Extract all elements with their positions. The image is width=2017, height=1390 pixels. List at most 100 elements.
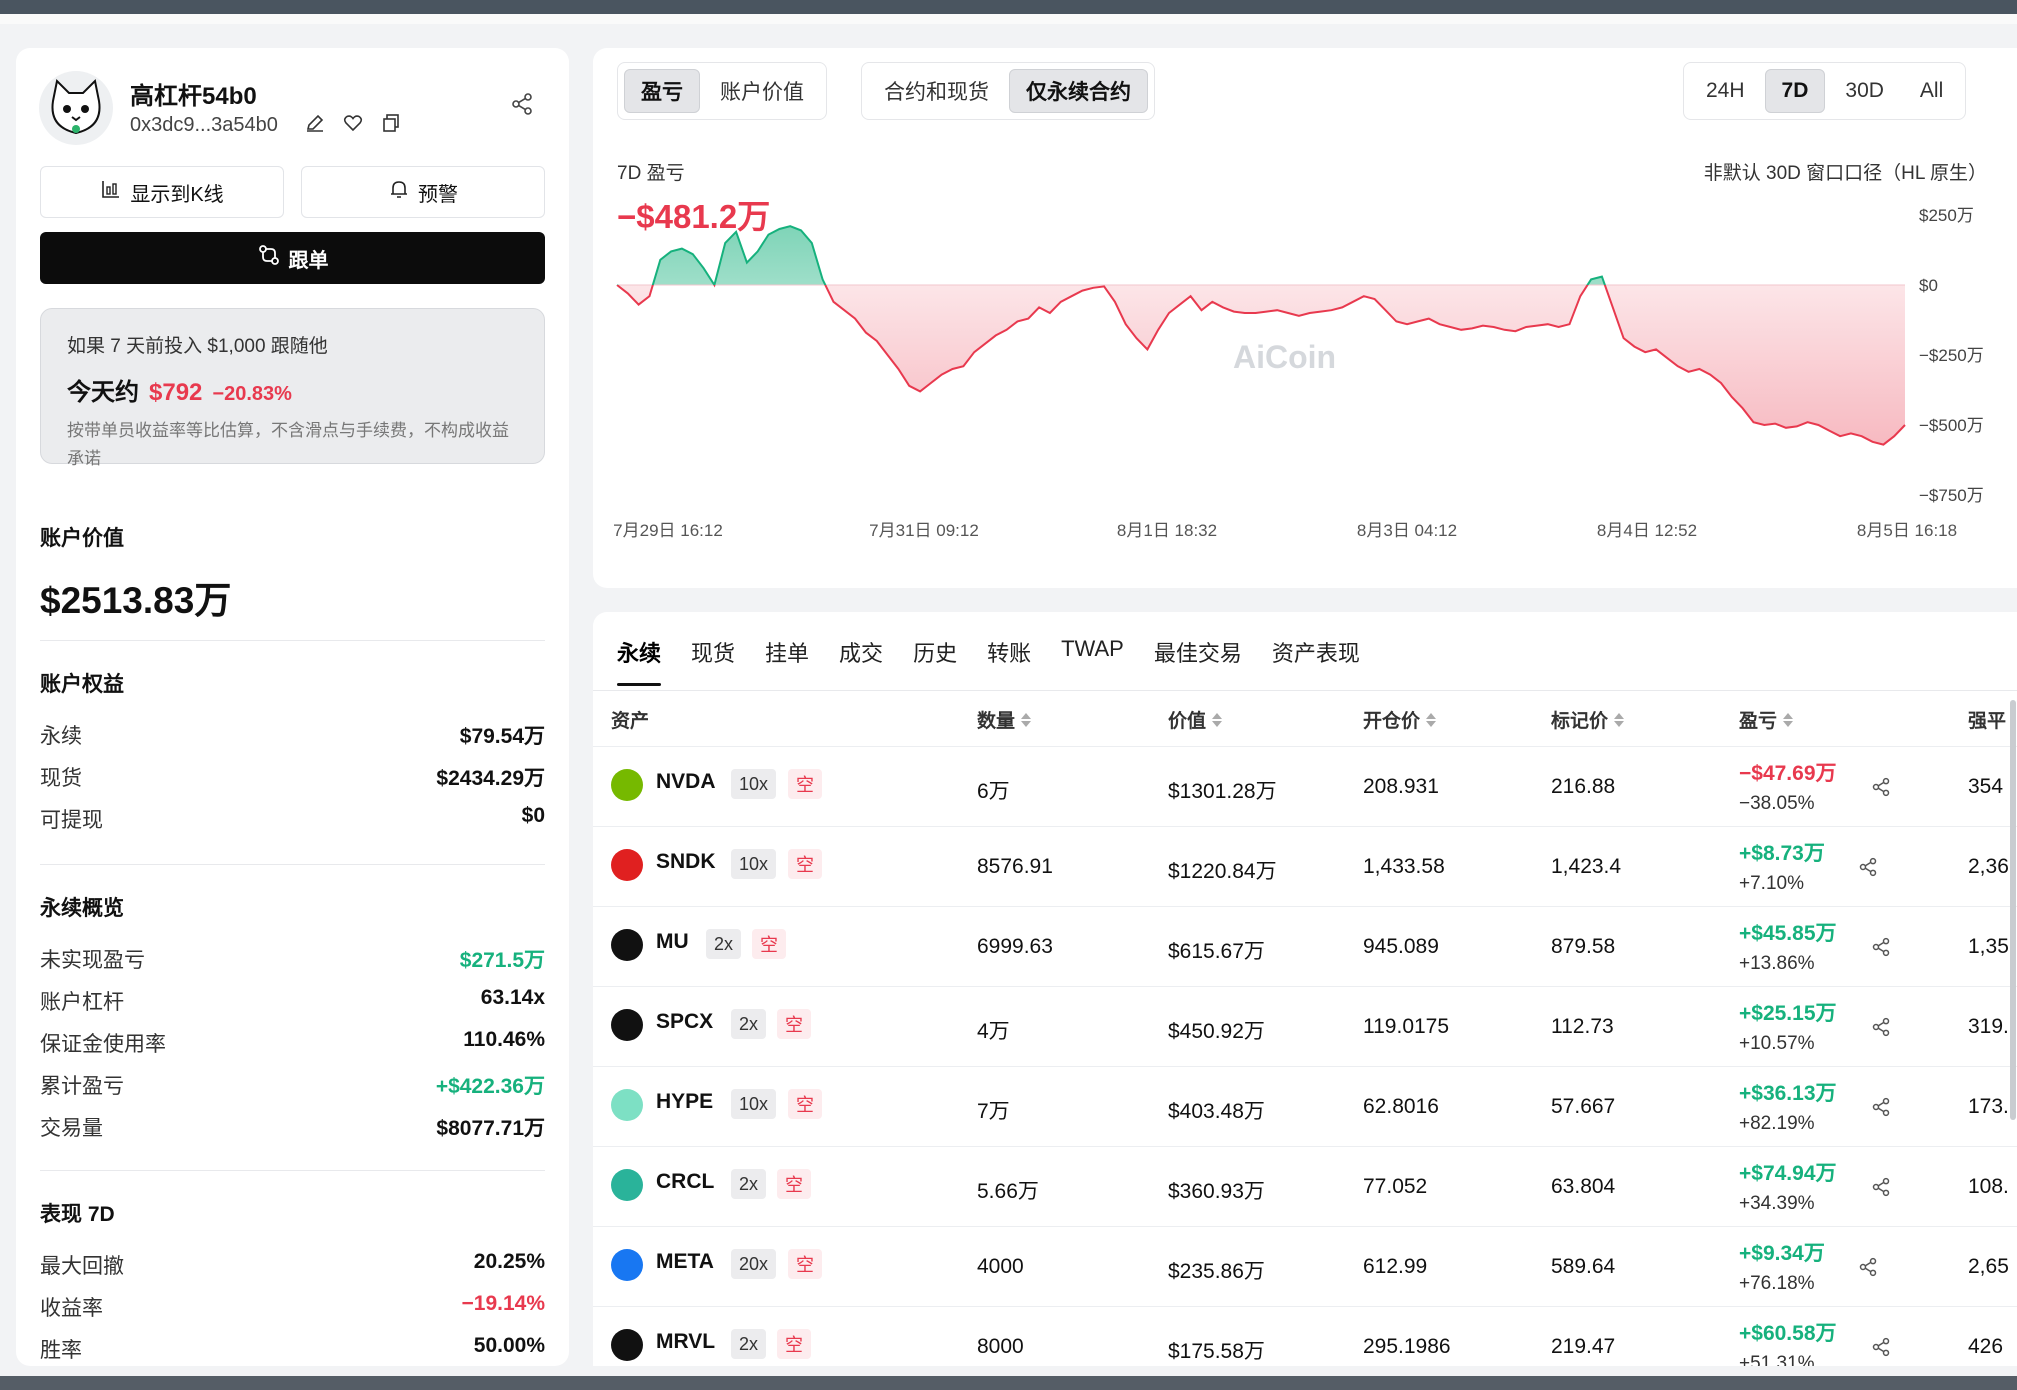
account-value: $2513.83万 xyxy=(40,580,232,621)
col-value[interactable]: 价值 xyxy=(1168,706,1223,733)
perp-value: $8077.71万 xyxy=(436,1117,545,1140)
tab-transfers[interactable]: 转账 xyxy=(987,636,1031,686)
perp-row: 账户杠杆 63.14x xyxy=(40,986,545,1016)
pnl-percent: +7.10% xyxy=(1739,873,1804,894)
mark-price-cell: 57.667 xyxy=(1551,1095,1616,1118)
asset-symbol[interactable]: CRCL xyxy=(656,1170,714,1194)
share-icon[interactable] xyxy=(1871,1097,1891,1122)
asset-symbol[interactable]: SNDK xyxy=(656,850,716,874)
col-qty[interactable]: 数量 xyxy=(977,706,1032,733)
asset-logo-icon xyxy=(611,1009,643,1041)
col-liq[interactable]: 强平 xyxy=(1968,706,2006,733)
asset-symbol[interactable]: SPCX xyxy=(656,1010,713,1034)
tab-history[interactable]: 历史 xyxy=(913,636,957,686)
simulation-note: 按带单员收益率等比估算，不含滑点与手续费，不构成收益承诺 xyxy=(67,421,509,468)
pnl-amount: +$25.15万 xyxy=(1739,1002,1837,1025)
tab-twap[interactable]: TWAP xyxy=(1061,636,1124,686)
side-badge: 空 xyxy=(777,1329,811,1359)
position-row[interactable]: META 20x 空 4000 $235.86万 612.99 589.64 +$9.34万 +… xyxy=(593,1226,2017,1306)
pnl-chart[interactable]: AiCoin $250万 $0 −$250万 −$500万 −$750万 7月29日 16:… xyxy=(593,48,2017,588)
col-mark[interactable]: 标记价 xyxy=(1551,706,1625,733)
pnl-cell: −$47.69万 −38.05% xyxy=(1739,757,1837,815)
col-asset[interactable]: 资产 xyxy=(611,706,649,733)
account-value-title: 账户价值 xyxy=(40,527,124,550)
tab-fills[interactable]: 成交 xyxy=(839,636,883,686)
asset-logo-icon xyxy=(611,1089,643,1121)
x-tick-label: 8月1日 18:32 xyxy=(1117,521,1217,540)
mark-price-cell: 219.47 xyxy=(1551,1335,1616,1358)
show-kline-button[interactable]: 显示到K线 xyxy=(40,166,284,218)
share-icon[interactable] xyxy=(1871,777,1891,802)
share-icon[interactable] xyxy=(1858,857,1878,882)
divider xyxy=(40,1170,545,1171)
asset-symbol[interactable]: MRVL xyxy=(656,1330,715,1354)
x-tick-label: 7月29日 16:12 xyxy=(613,521,723,540)
browser-top-strip xyxy=(0,0,2017,14)
value-cell: $235.86万 xyxy=(1168,1260,1265,1283)
position-row[interactable]: MRVL 2x 空 8000 $175.58万 295.1986 219.47 +$60.58… xyxy=(593,1306,2017,1366)
alert-button[interactable]: 预警 xyxy=(301,166,545,218)
pnl-amount: +$8.73万 xyxy=(1739,842,1825,865)
pnl-amount: +$74.94万 xyxy=(1739,1162,1837,1185)
share-icon[interactable] xyxy=(1871,937,1891,962)
share-icon[interactable] xyxy=(1871,1177,1891,1202)
position-row[interactable]: SPCX 2x 空 4万 $450.92万 119.0175 112.73 +$25.15万 +… xyxy=(593,986,2017,1066)
pnl-percent: +13.86% xyxy=(1739,953,1815,974)
position-row[interactable]: SNDK 10x 空 8576.91 $1220.84万 1,433.58 1,423.4 +… xyxy=(593,826,2017,906)
perp-overview-title: 永续概览 xyxy=(40,897,124,920)
share-icon[interactable] xyxy=(1858,1257,1878,1282)
col-entry-label: 开仓价 xyxy=(1363,711,1421,732)
performance-label: 收益率 xyxy=(40,1297,103,1320)
tab-perp[interactable]: 永续 xyxy=(617,636,662,686)
position-row[interactable]: NVDA 10x 空 6万 $1301.28万 208.931 216.88 −$47.69万… xyxy=(593,746,2017,826)
position-row[interactable]: MU 2x 空 6999.63 $615.67万 945.089 879.58 +$45.85… xyxy=(593,906,2017,986)
col-pnl[interactable]: 盈亏 xyxy=(1739,706,1794,733)
position-row[interactable]: HYPE 10x 空 7万 $403.48万 62.8016 57.667 +$36.13万 +… xyxy=(593,1066,2017,1146)
perp-row: 保证金使用率 110.46% xyxy=(40,1028,545,1058)
leverage-badge: 2x xyxy=(731,1169,767,1199)
pnl-amount: +$60.58万 xyxy=(1739,1322,1837,1345)
asset-symbol[interactable]: MU xyxy=(656,930,689,954)
y-tick-label: −$500万 xyxy=(1919,416,1984,435)
tab-asset-performance[interactable]: 资产表现 xyxy=(1272,636,1360,686)
pnl-percent: +76.18% xyxy=(1739,1273,1815,1294)
pnl-cell: +$60.58万 +51.31% xyxy=(1739,1317,1837,1366)
perp-value: 63.14x xyxy=(480,986,545,1009)
share-icon[interactable] xyxy=(1871,1337,1891,1362)
asset-symbol[interactable]: NVDA xyxy=(656,770,716,794)
mark-price-cell: 879.58 xyxy=(1551,935,1616,958)
share-icon[interactable] xyxy=(510,92,534,121)
leverage-badge: 10x xyxy=(731,769,777,799)
tab-open-orders[interactable]: 挂单 xyxy=(765,636,809,686)
performance-value: −19.14% xyxy=(461,1292,546,1315)
col-entry[interactable]: 开仓价 xyxy=(1363,706,1437,733)
copy-trade-button[interactable]: 跟单 xyxy=(40,232,545,284)
divider xyxy=(40,640,545,641)
asset-symbol[interactable]: META xyxy=(656,1250,714,1274)
simulation-today-pct: −20.83% xyxy=(212,383,292,405)
entry-price-cell: 612.99 xyxy=(1363,1255,1428,1278)
simulation-today-label: 今天约 xyxy=(67,379,139,406)
copy-icon[interactable] xyxy=(380,112,402,139)
sort-icon xyxy=(1614,712,1625,727)
avatar[interactable] xyxy=(39,71,113,145)
pnl-cell: +$74.94万 +34.39% xyxy=(1739,1157,1837,1215)
leverage-badge: 10x xyxy=(731,1089,777,1119)
edit-icon[interactable] xyxy=(304,112,326,139)
side-badge: 空 xyxy=(777,1169,811,1199)
heart-icon[interactable] xyxy=(342,112,364,139)
follow-simulation-box: 如果 7 天前投入 $1,000 跟随他 今天约 $792 −20.83% 按带… xyxy=(40,308,545,468)
liquidation-price-cell: 354 xyxy=(1968,775,2004,798)
asset-symbol[interactable]: HYPE xyxy=(656,1090,713,1114)
entry-price-cell: 945.089 xyxy=(1363,935,1439,958)
share-icon[interactable] xyxy=(1871,1017,1891,1042)
tab-best-trades[interactable]: 最佳交易 xyxy=(1154,636,1242,686)
value-cell: $615.67万 xyxy=(1168,940,1265,963)
mark-price-cell: 112.73 xyxy=(1551,1015,1614,1038)
position-row[interactable]: CRCL 2x 空 5.66万 $360.93万 77.052 63.804 +$74.94万… xyxy=(593,1146,2017,1226)
asset-logo-icon xyxy=(611,849,643,881)
page-scrollbar[interactable] xyxy=(2010,700,2016,1120)
tab-spot[interactable]: 现货 xyxy=(691,636,735,686)
asset-logo-icon xyxy=(611,769,643,801)
divider xyxy=(40,864,545,865)
